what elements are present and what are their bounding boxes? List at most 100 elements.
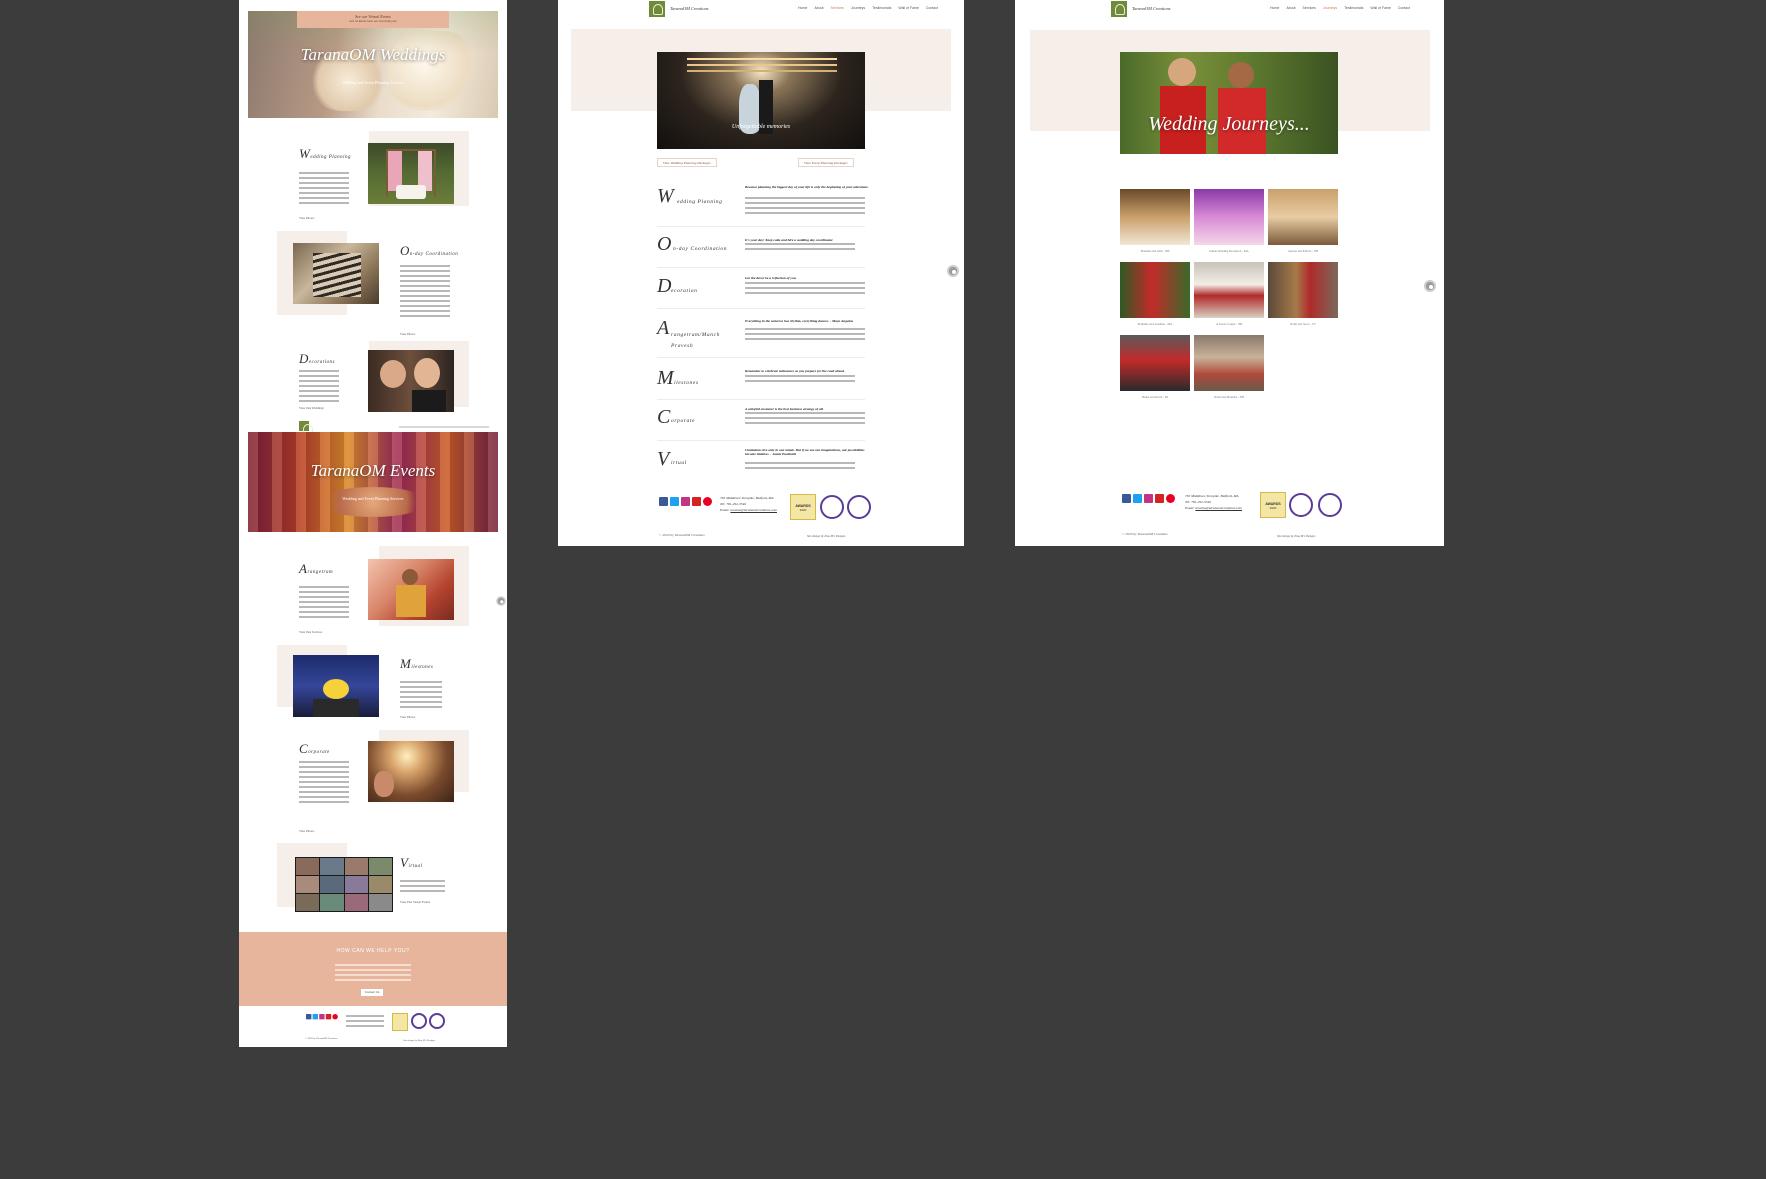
service-quote: Remember to celebrate milestones as you … xyxy=(745,369,845,373)
view-photos-link[interactable]: View Photos xyxy=(299,829,314,833)
social-links[interactable] xyxy=(306,1014,338,1020)
service-text xyxy=(299,370,339,405)
social-links[interactable] xyxy=(659,497,712,506)
contact-us-button[interactable]: Contact Us xyxy=(361,989,383,996)
nav-wall-of-fame[interactable]: Wall of Fame xyxy=(898,6,919,10)
nav-contact[interactable]: Contact xyxy=(1398,6,1410,10)
pinterest-icon[interactable] xyxy=(703,497,712,506)
nav-testimonials[interactable]: Testimonials xyxy=(1344,6,1363,10)
service-description xyxy=(745,412,865,427)
gallery-photo[interactable] xyxy=(1194,262,1264,318)
view-photos-link[interactable]: View Photos xyxy=(400,715,415,719)
service-title-corporate: Corporate xyxy=(299,741,330,756)
site-logo[interactable] xyxy=(1111,1,1127,17)
facebook-icon[interactable] xyxy=(1122,494,1131,503)
divider xyxy=(657,308,865,309)
instagram-icon[interactable] xyxy=(681,497,690,506)
divider xyxy=(657,357,865,358)
social-links[interactable] xyxy=(1122,494,1175,503)
service-title-arangetram: Arangetram xyxy=(299,561,334,576)
scroll-to-top-button[interactable] xyxy=(947,265,959,277)
instagram-icon[interactable] xyxy=(1144,494,1153,503)
help-title: HOW CAN WE HELP YOU? xyxy=(336,948,410,954)
gallery-caption: A Sweet Couple - NH xyxy=(1215,322,1243,326)
yelp-icon[interactable] xyxy=(1155,494,1164,503)
nav-about[interactable]: About xyxy=(814,6,823,10)
nav-wall-of-fame[interactable]: Wall of Fame xyxy=(1370,6,1391,10)
service-quote: Everything in the universe has rhythm, e… xyxy=(745,319,854,323)
couple-photo xyxy=(368,350,454,412)
view-past-virtual-events-link[interactable]: View Past Virtual Events xyxy=(400,900,430,904)
site-logo[interactable] xyxy=(649,1,665,17)
nav-journeys[interactable]: Journeys xyxy=(1323,6,1337,10)
virtual-events-banner[interactable]: See our Virtual Events Let us know how w… xyxy=(297,11,449,28)
main-nav[interactable]: Home About Services Journeys Testimonial… xyxy=(798,6,938,10)
gallery-photo[interactable] xyxy=(1194,189,1264,245)
view-past-weddings-link[interactable]: View Past Weddings xyxy=(299,406,324,410)
gallery-photo[interactable] xyxy=(1194,335,1264,391)
scroll-to-top-button[interactable] xyxy=(496,596,506,606)
nav-services[interactable]: Services xyxy=(1303,6,1316,10)
yelp-icon[interactable] xyxy=(325,1014,332,1020)
pinterest-icon[interactable] xyxy=(1166,494,1175,503)
service-title: ilestones xyxy=(674,380,699,386)
email-link[interactable]: anusha@taranaomcreations.com xyxy=(730,508,777,512)
view-past-services-link[interactable]: View Past Services xyxy=(299,630,322,634)
facebook-icon[interactable] xyxy=(306,1014,312,1020)
event-packages-button[interactable]: View Event Planning Packages xyxy=(798,158,854,167)
hero-caption: Unforgettable memories xyxy=(731,124,791,130)
service-letter: W xyxy=(657,185,674,207)
mini-nav[interactable] xyxy=(399,426,489,428)
journeys-hero-photo xyxy=(1120,52,1338,154)
nav-about[interactable]: About xyxy=(1286,6,1295,10)
footer-address: 765 Middlesex Turnpike, Bedford, MA Tel:… xyxy=(1185,493,1242,511)
service-quote: A satisfied customer is the best busines… xyxy=(745,407,824,411)
wedding-packages-button[interactable]: View Wedding Planning Packages xyxy=(657,158,717,167)
nav-journeys[interactable]: Journeys xyxy=(851,6,865,10)
gallery-photo[interactable] xyxy=(1120,335,1190,391)
first-dance-photo xyxy=(657,52,865,149)
service-quote: It's your day! Keep calm and hire a wedd… xyxy=(745,238,834,242)
nav-contact[interactable]: Contact xyxy=(926,6,938,10)
service-title: rangetram/Manch Pravesh xyxy=(671,332,721,349)
hero-title: Wedding Journeys... xyxy=(1148,113,1310,135)
service-letter: C xyxy=(657,406,671,428)
nav-home[interactable]: Home xyxy=(1270,6,1279,10)
journeys-page-panel: TaranaOM Creations Home About Services J… xyxy=(1015,0,1444,546)
service-title-decorations: Decorations xyxy=(299,351,335,366)
twitter-icon[interactable] xyxy=(312,1014,318,1020)
main-nav[interactable]: Home About Services Journeys Testimonial… xyxy=(1270,6,1410,10)
nav-home[interactable]: Home xyxy=(798,6,807,10)
award-badge xyxy=(392,1013,408,1031)
gallery-caption: Rohit and Jason - VT xyxy=(1290,322,1316,326)
service-title: n-day Coordination xyxy=(673,246,728,252)
service-text xyxy=(400,880,445,895)
twitter-icon[interactable] xyxy=(1133,494,1142,503)
award-badge: AWARDS 2020 xyxy=(790,494,816,520)
events-hero-title: TaranaOM Events xyxy=(310,461,436,480)
site-credit: Site design by Zina M's Designs xyxy=(807,534,846,538)
nav-services[interactable]: Services xyxy=(831,6,844,10)
service-title-virtual: Virtual xyxy=(400,855,423,870)
nav-testimonials[interactable]: Testimonials xyxy=(872,6,891,10)
email-link[interactable]: anusha@taranaomcreations.com xyxy=(1195,506,1242,510)
gallery-photo[interactable] xyxy=(1120,262,1190,318)
gallery-photo[interactable] xyxy=(1268,189,1338,245)
pinterest-icon[interactable] xyxy=(332,1014,338,1020)
banner-line-1: See our Virtual Events xyxy=(355,14,391,19)
instagram-icon[interactable] xyxy=(319,1014,325,1020)
twitter-icon[interactable] xyxy=(670,497,679,506)
gallery-photo[interactable] xyxy=(1268,262,1338,318)
view-photos-link[interactable]: View Photos xyxy=(400,332,415,336)
homepage-long-panel: See our Virtual Events Let us know how w… xyxy=(239,0,507,1047)
gallery-caption: Indian Wedding Reception - MA xyxy=(1209,249,1249,253)
site-logo[interactable] xyxy=(299,421,313,435)
scroll-to-top-button[interactable] xyxy=(1424,280,1436,292)
view-photos-link[interactable]: View Photos xyxy=(299,216,314,220)
gallery-photo[interactable] xyxy=(1120,189,1190,245)
yelp-icon[interactable] xyxy=(692,497,701,506)
facebook-icon[interactable] xyxy=(659,497,668,506)
divider xyxy=(657,399,865,400)
divider xyxy=(657,267,865,268)
services-page-panel: TaranaOM Creations Home About Services J… xyxy=(558,0,964,546)
